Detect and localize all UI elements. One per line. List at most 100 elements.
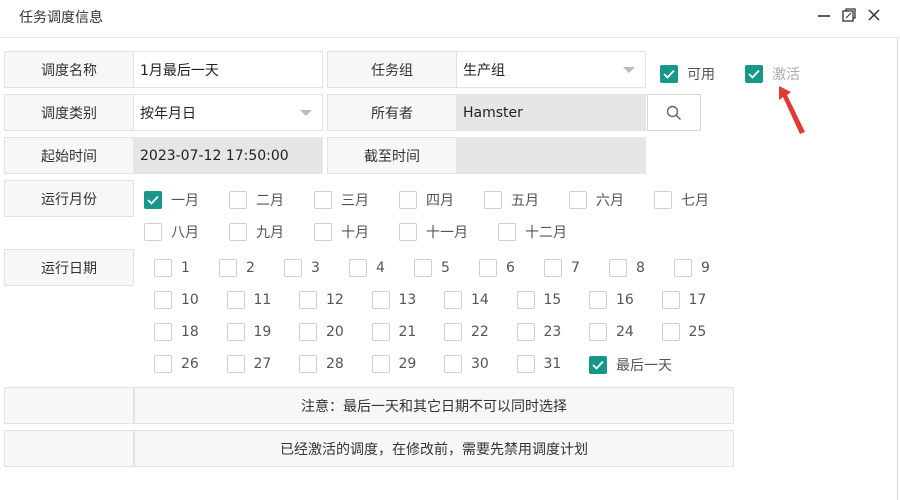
checkbox-unchecked-icon xyxy=(479,259,497,277)
type-select[interactable]: 按年月日 xyxy=(133,94,323,131)
checkbox-unchecked-icon xyxy=(154,291,172,309)
month-label: 九月 xyxy=(256,225,284,241)
note-row-2: 已经激活的调度，在修改前，需要先禁用调度计划 xyxy=(4,430,734,467)
day-checkbox[interactable]: 7 xyxy=(544,259,580,277)
month-checkbox[interactable]: 十月 xyxy=(314,222,369,242)
month-label: 二月 xyxy=(256,193,284,209)
end-time-field[interactable] xyxy=(456,137,646,174)
checkbox-checked-icon xyxy=(144,191,162,209)
day-label: 5 xyxy=(441,260,450,276)
day-checkbox[interactable]: 15 xyxy=(516,291,561,309)
checkbox-unchecked-icon xyxy=(399,223,417,241)
checkbox-unchecked-icon xyxy=(226,291,245,309)
month-label: 六月 xyxy=(596,193,624,209)
checkbox-unchecked-icon xyxy=(414,259,432,277)
checkbox-unchecked-icon xyxy=(299,323,317,341)
day-label: 6 xyxy=(506,260,515,276)
day-checkbox[interactable]: 6 xyxy=(479,259,515,277)
day-checkbox[interactable]: 28 xyxy=(299,355,344,373)
day-label: 11 xyxy=(253,292,272,308)
minimize-button[interactable] xyxy=(814,4,834,26)
day-label: 31 xyxy=(543,356,562,372)
checkbox-unchecked-icon xyxy=(314,223,332,241)
month-checkbox[interactable]: 五月 xyxy=(484,190,539,210)
note-lead-cell xyxy=(4,387,134,424)
maximize-button[interactable] xyxy=(839,4,859,26)
day-checkbox[interactable]: 16 xyxy=(589,291,634,309)
day-checkbox[interactable]: 最后一天 xyxy=(589,355,672,375)
day-checkbox[interactable]: 21 xyxy=(371,323,416,341)
day-checkbox[interactable]: 26 xyxy=(154,355,199,373)
month-checkbox[interactable]: 十一月 xyxy=(399,222,468,242)
days-label: 运行日期 xyxy=(4,249,134,286)
owner-search-button[interactable] xyxy=(647,94,701,131)
day-label: 4 xyxy=(376,260,385,276)
month-checkbox[interactable]: 一月 xyxy=(144,190,199,210)
enabled-checkbox[interactable]: 可用 xyxy=(660,64,715,84)
start-time-field[interactable]: 2023-07-12 17:50:00 xyxy=(133,137,323,174)
month-checkbox[interactable]: 十二月 xyxy=(498,222,567,242)
window-border xyxy=(897,38,898,500)
day-checkbox[interactable]: 10 xyxy=(154,291,199,309)
day-checkbox[interactable]: 13 xyxy=(371,291,416,309)
annotation-arrow-icon xyxy=(779,86,805,134)
close-button[interactable] xyxy=(864,4,884,26)
day-checkbox[interactable]: 12 xyxy=(299,291,344,309)
checkbox-unchecked-icon xyxy=(371,291,390,309)
group-select[interactable]: 生产组 xyxy=(456,51,646,88)
checkbox-unchecked-icon xyxy=(544,259,562,277)
day-checkbox[interactable]: 18 xyxy=(154,323,199,341)
checkbox-unchecked-icon xyxy=(661,323,680,341)
day-checkbox[interactable]: 20 xyxy=(299,323,344,341)
day-checkbox[interactable]: 24 xyxy=(589,323,634,341)
checkbox-unchecked-icon xyxy=(299,291,317,309)
day-checkbox[interactable]: 1 xyxy=(154,259,190,277)
day-checkbox[interactable]: 8 xyxy=(609,259,645,277)
day-label: 7 xyxy=(571,260,580,276)
month-checkbox[interactable]: 二月 xyxy=(229,190,284,210)
months-label: 运行月份 xyxy=(4,180,134,217)
day-checkbox[interactable]: 14 xyxy=(444,291,489,309)
checkbox-unchecked-icon xyxy=(498,223,516,241)
checkbox-unchecked-icon xyxy=(674,259,692,277)
day-checkbox[interactable]: 29 xyxy=(371,355,416,373)
month-label: 十二月 xyxy=(525,225,567,241)
day-checkbox[interactable]: 3 xyxy=(284,259,320,277)
month-checkbox[interactable]: 四月 xyxy=(399,190,454,210)
day-checkbox[interactable]: 9 xyxy=(674,259,710,277)
day-label: 26 xyxy=(181,356,199,372)
month-checkbox[interactable]: 三月 xyxy=(314,190,369,210)
checkbox-unchecked-icon xyxy=(226,355,245,373)
day-checkbox[interactable]: 23 xyxy=(516,323,562,341)
day-checkbox[interactable]: 5 xyxy=(414,259,450,277)
month-checkbox[interactable]: 六月 xyxy=(569,190,624,210)
restore-icon xyxy=(842,8,856,22)
day-label: 16 xyxy=(616,292,634,308)
day-label: 18 xyxy=(181,324,199,340)
activated-checkbox[interactable]: 激活 xyxy=(745,64,800,84)
name-input[interactable]: 1月最后一天 xyxy=(133,51,323,88)
day-checkbox[interactable]: 11 xyxy=(226,291,272,309)
day-checkbox[interactable]: 31 xyxy=(516,355,562,373)
day-label: 3 xyxy=(311,260,320,276)
day-label: 30 xyxy=(471,356,489,372)
month-label: 四月 xyxy=(426,193,454,209)
type-select-value: 按年月日 xyxy=(140,105,196,122)
day-checkbox[interactable]: 4 xyxy=(349,259,385,277)
day-label: 2 xyxy=(246,260,255,276)
day-checkbox[interactable]: 2 xyxy=(219,259,255,277)
day-label: 23 xyxy=(543,324,562,340)
enabled-label: 可用 xyxy=(687,67,715,83)
month-checkbox[interactable]: 九月 xyxy=(229,222,284,242)
month-checkbox[interactable]: 七月 xyxy=(654,190,709,210)
day-checkbox[interactable]: 30 xyxy=(444,355,489,373)
day-checkbox[interactable]: 19 xyxy=(226,323,271,341)
note-lead-cell xyxy=(4,430,134,467)
day-checkbox[interactable]: 27 xyxy=(226,355,271,373)
day-label: 25 xyxy=(688,324,707,340)
day-checkbox[interactable]: 22 xyxy=(444,323,489,341)
group-label: 任务组 xyxy=(327,51,457,88)
day-checkbox[interactable]: 25 xyxy=(661,323,707,341)
month-checkbox[interactable]: 八月 xyxy=(144,222,199,242)
day-checkbox[interactable]: 17 xyxy=(661,291,706,309)
